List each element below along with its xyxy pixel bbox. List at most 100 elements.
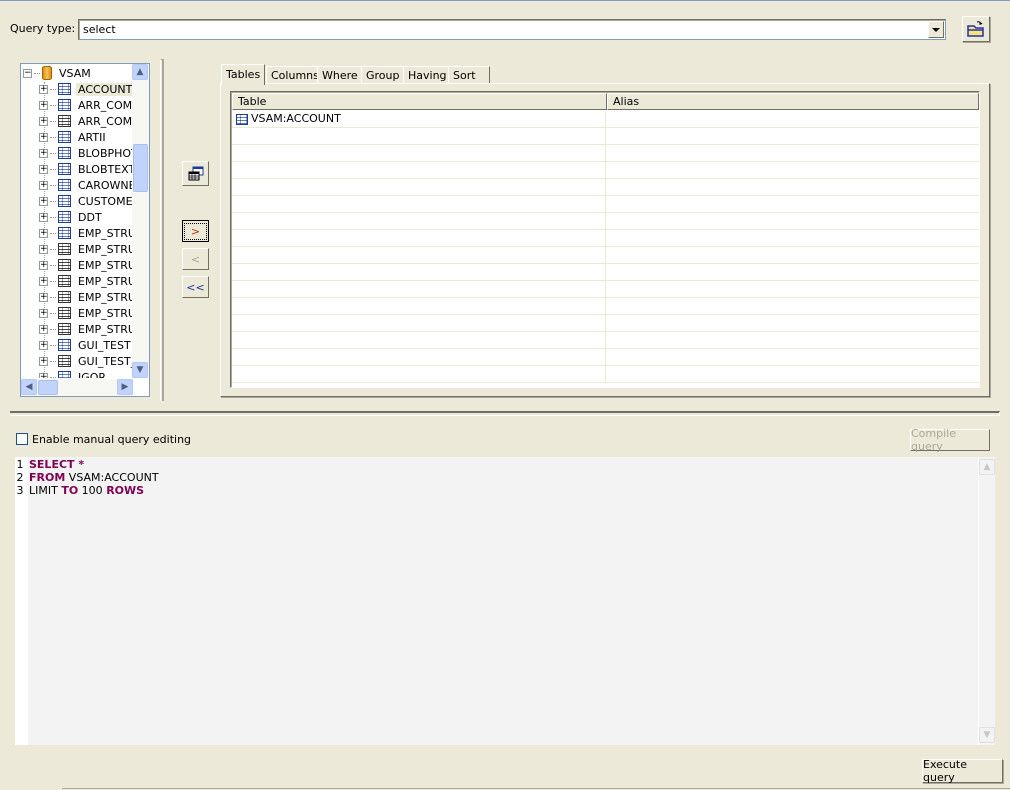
table-row[interactable] [232, 332, 979, 349]
tree-node[interactable]: + ARTII [39, 129, 108, 145]
cell-alias[interactable] [606, 162, 979, 178]
schema-tree[interactable]: − VSAM + ACCOUNT + ARR_COMP + ARR_COMP + ARTII + BL… [20, 63, 150, 397]
cell-alias[interactable] [606, 349, 979, 365]
tree-node[interactable]: + BLOBPHOTO [39, 145, 133, 161]
scroll-down-button[interactable]: ▼ [979, 727, 995, 743]
tree-node[interactable]: + DDT [39, 209, 104, 225]
expand-icon[interactable]: + [39, 260, 48, 270]
open-query-button[interactable] [962, 16, 990, 42]
cell-table[interactable] [232, 179, 606, 195]
sql-editor[interactable]: 1 SELECT * 2 FROM VSAM:ACCOUNT 3 LIMIT TO … [15, 457, 995, 745]
remove-all-button[interactable]: << [182, 276, 209, 298]
table-row[interactable] [232, 162, 979, 179]
tree-node[interactable]: + GUI_TEST_I [39, 353, 133, 369]
expand-icon[interactable]: + [39, 308, 48, 318]
tree-node[interactable]: + BLOBTEXT [39, 161, 133, 177]
tab-where[interactable]: Where [317, 66, 363, 84]
tab-tables[interactable]: Tables [221, 64, 266, 85]
tree-node[interactable]: + CUSTOMER [39, 193, 133, 209]
execute-query-button[interactable]: Execute query [922, 758, 1003, 784]
table-row[interactable] [232, 179, 979, 196]
expand-icon[interactable]: + [39, 116, 48, 126]
table-row[interactable] [232, 315, 979, 332]
expand-icon[interactable]: + [39, 132, 48, 142]
column-header-table[interactable]: Table [232, 93, 607, 110]
cell-table[interactable] [232, 264, 606, 280]
tree-node[interactable]: + ARR_COMP [39, 97, 133, 113]
editor-vertical-scrollbar[interactable]: ▲ ▼ [978, 457, 995, 745]
expand-icon[interactable]: + [39, 228, 48, 238]
expand-icon[interactable]: + [39, 340, 48, 350]
tree-node[interactable]: + GUI_TEST [39, 337, 133, 353]
expand-icon[interactable]: + [39, 180, 48, 190]
tree-node[interactable]: + EMP_STRUC [39, 273, 133, 289]
cell-table[interactable] [232, 145, 606, 161]
cell-table[interactable] [232, 196, 606, 212]
add-table-button[interactable] [182, 161, 209, 186]
cell-table[interactable] [232, 247, 606, 263]
cell-alias[interactable] [606, 230, 979, 246]
query-type-dropdown-button[interactable] [928, 21, 944, 38]
collapse-icon[interactable]: − [23, 68, 32, 78]
expand-icon[interactable]: + [39, 196, 48, 206]
cell-table[interactable] [232, 332, 606, 348]
compile-query-button[interactable]: Compile query [910, 427, 990, 453]
table-row[interactable] [232, 264, 979, 281]
table-row[interactable]: VSAM:ACCOUNT [232, 111, 979, 128]
scroll-down-button[interactable]: ▼ [132, 362, 148, 378]
cell-table[interactable] [232, 366, 606, 382]
table-row[interactable] [232, 281, 979, 298]
tree-vertical-scroll-thumb[interactable] [133, 144, 148, 192]
scroll-left-button[interactable]: ◀ [21, 379, 37, 395]
cell-table[interactable] [232, 298, 606, 314]
tab-having[interactable]: Having [403, 66, 452, 84]
tree-node[interactable]: + EMP_STRUC [39, 225, 133, 241]
table-row[interactable] [232, 145, 979, 162]
tree-node[interactable]: + EMP_STRUC [39, 241, 133, 257]
cell-alias[interactable] [606, 264, 979, 280]
tree-node[interactable]: + CAROWNER [39, 177, 133, 193]
table-row[interactable] [232, 247, 979, 264]
cell-alias[interactable] [606, 128, 979, 144]
horizontal-splitter[interactable] [10, 411, 1000, 416]
tree-node[interactable]: + ACCOUNT [39, 81, 133, 97]
cell-table[interactable] [232, 315, 606, 331]
remove-selected-button[interactable]: < [182, 248, 209, 270]
add-selected-button[interactable]: > [182, 220, 209, 242]
cell-table[interactable] [232, 162, 606, 178]
table-row[interactable] [232, 230, 979, 247]
scroll-up-button[interactable]: ▲ [132, 64, 148, 80]
expand-icon[interactable]: + [39, 100, 48, 110]
tree-horizontal-scrollbar[interactable]: ◀ ▶ [21, 379, 133, 396]
cell-table[interactable] [232, 281, 606, 297]
enable-manual-editing-checkbox[interactable] [16, 433, 28, 445]
cell-table[interactable] [232, 230, 606, 246]
tree-node[interactable]: + IGOR [39, 369, 108, 378]
table-row[interactable] [232, 196, 979, 213]
cell-alias[interactable] [606, 145, 979, 161]
tree-vertical-scrollbar[interactable]: ▲ ▼ [132, 64, 149, 378]
tree-node[interactable]: + ARR_COMP [39, 113, 133, 129]
tree-node[interactable]: + EMP_STRUC [39, 321, 133, 337]
table-row[interactable] [232, 213, 979, 230]
expand-icon[interactable]: + [39, 84, 48, 94]
cell-table[interactable] [232, 349, 606, 365]
enable-manual-editing-label[interactable]: Enable manual query editing [32, 433, 191, 446]
tree-node[interactable]: + EMP_STRUC [39, 257, 133, 273]
cell-table[interactable] [232, 128, 606, 144]
cell-alias[interactable] [606, 179, 979, 195]
tree-horizontal-scroll-thumb[interactable] [38, 380, 58, 395]
tab-columns[interactable]: Columns [266, 66, 324, 84]
cell-alias[interactable] [606, 213, 979, 229]
cell-alias[interactable] [606, 315, 979, 331]
vertical-splitter[interactable] [160, 59, 164, 401]
expand-icon[interactable]: + [39, 244, 48, 254]
expand-icon[interactable]: + [39, 276, 48, 286]
cell-alias[interactable] [606, 366, 979, 382]
expand-icon[interactable]: + [39, 292, 48, 302]
tab-group[interactable]: Group [361, 66, 405, 84]
table-row[interactable] [232, 128, 979, 145]
expand-icon[interactable]: + [39, 212, 48, 222]
expand-icon[interactable]: + [39, 324, 48, 334]
cell-alias[interactable] [606, 332, 979, 348]
